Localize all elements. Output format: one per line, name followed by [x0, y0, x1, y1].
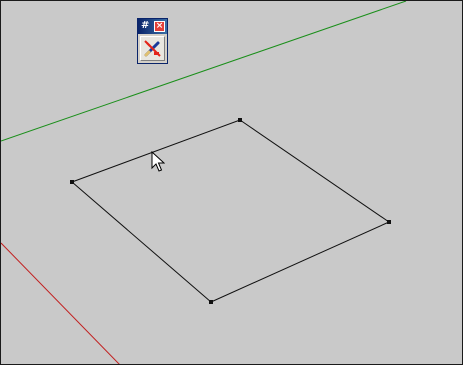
- toolbar-titlebar[interactable]: # ×: [138, 19, 167, 34]
- close-icon[interactable]: ×: [154, 21, 165, 32]
- vertex-point[interactable]: [238, 118, 242, 122]
- arrow-cursor-icon: [151, 151, 165, 172]
- vertex-point[interactable]: [70, 180, 74, 184]
- rectangle-edge[interactable]: [210, 221, 390, 303]
- vertex-point[interactable]: [209, 300, 213, 304]
- green-axis-line: [1, 1, 407, 142]
- rectangle-vertices[interactable]: [70, 118, 391, 304]
- rectangle-edge[interactable]: [239, 119, 390, 223]
- eraser-pencil-icon: [144, 40, 161, 57]
- vertex-point[interactable]: [387, 220, 391, 224]
- toolbar-body: [138, 34, 167, 63]
- viewport-canvas[interactable]: [1, 1, 463, 365]
- eraser-tool-button[interactable]: [140, 36, 165, 61]
- toolbar-title-glyph: #: [141, 20, 150, 31]
- modeling-viewport[interactable]: # ×: [0, 0, 463, 365]
- floating-mini-toolbar[interactable]: # ×: [137, 18, 168, 64]
- rectangle-edge[interactable]: [71, 181, 212, 303]
- rectangle-face[interactable]: [71, 119, 390, 303]
- red-axis-line: [1, 242, 120, 364]
